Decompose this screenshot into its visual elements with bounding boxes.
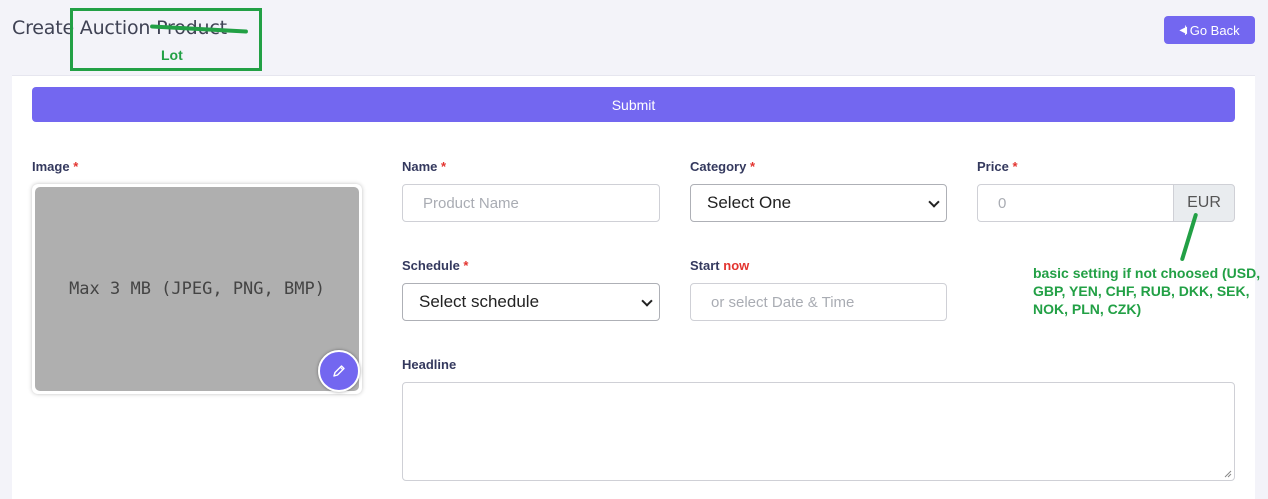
- schedule-label: Schedule *: [402, 258, 469, 273]
- headline-label: Headline: [402, 357, 457, 372]
- category-selected-value: Select One: [707, 193, 792, 212]
- price-input[interactable]: [977, 184, 1174, 222]
- annotation-currency-note: basic setting if not choosed (USD, GBP, …: [1033, 265, 1261, 317]
- resize-handle-icon[interactable]: [1222, 468, 1232, 478]
- edit-image-button[interactable]: [318, 350, 360, 392]
- required-mark: *: [749, 159, 756, 174]
- currency-addon: EUR: [1173, 184, 1235, 222]
- schedule-select[interactable]: Select schedule: [402, 283, 660, 321]
- start-label: Start now: [690, 258, 750, 273]
- price-label: Price *: [977, 159, 1018, 174]
- image-upload-area[interactable]: Max 3 MB (JPEG, PNG, BMP): [35, 187, 359, 391]
- image-label: Image *: [32, 159, 79, 174]
- pencil-icon: [333, 365, 345, 377]
- chevron-down-icon: [641, 295, 653, 307]
- chevron-down-icon: [928, 196, 940, 208]
- category-label: Category *: [690, 159, 756, 174]
- submit-button[interactable]: Submit: [32, 87, 1235, 122]
- image-upload-hint: Max 3 MB (JPEG, PNG, BMP): [69, 279, 325, 299]
- headline-textarea[interactable]: [402, 382, 1235, 481]
- double-chevron-left-icon: ◀|: [1179, 24, 1187, 36]
- product-name-input[interactable]: [402, 184, 660, 222]
- annotation-replacement-text: Lot: [161, 47, 183, 63]
- required-mark: *: [1012, 159, 1018, 174]
- schedule-selected-value: Select schedule: [419, 292, 540, 311]
- category-select[interactable]: Select One: [690, 184, 947, 222]
- go-back-label: Go Back: [1189, 22, 1240, 38]
- required-mark: *: [73, 159, 79, 174]
- required-mark: *: [463, 258, 469, 273]
- name-label: Name *: [402, 159, 447, 174]
- start-now-link[interactable]: now: [723, 258, 749, 273]
- required-mark: *: [441, 159, 447, 174]
- go-back-button[interactable]: ◀| Go Back: [1164, 16, 1255, 44]
- start-datetime-input[interactable]: [690, 283, 947, 321]
